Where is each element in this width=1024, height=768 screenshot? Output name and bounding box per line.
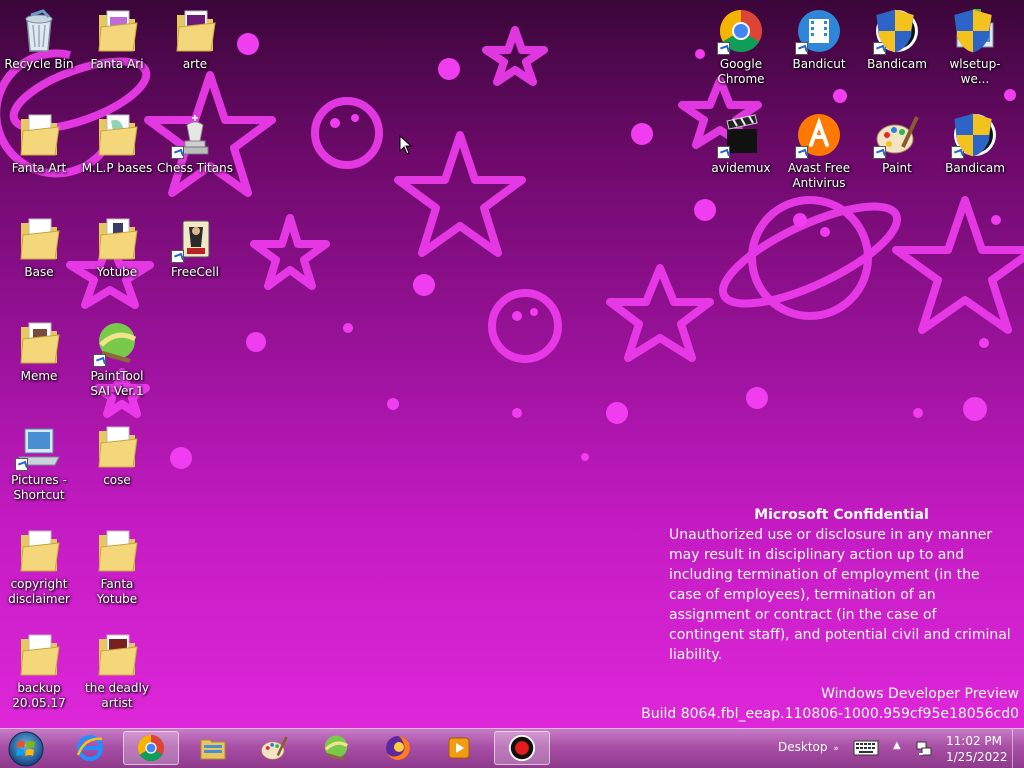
taskbar-media-player[interactable]	[431, 731, 487, 765]
chess-icon	[171, 111, 219, 159]
mouse-cursor-icon	[399, 135, 413, 155]
folder-icon	[15, 319, 63, 367]
desktop-icon-bandicam[interactable]: Bandicam	[859, 7, 935, 72]
uac-shield-icon	[954, 113, 992, 157]
internet-explorer-icon	[76, 735, 103, 761]
pictures-shortcut-icon	[15, 423, 63, 471]
desktop-icon-chess-titans[interactable]: Chess Titans	[157, 111, 233, 176]
bandicam-icon	[873, 7, 921, 55]
shortcut-arrow-icon	[795, 146, 808, 159]
desktop-icon-bandicut[interactable]: Bandicut	[781, 7, 857, 72]
desktop-icon-fanta-ari[interactable]: Fanta Ari	[79, 7, 155, 72]
desktop-icon-meme[interactable]: Meme	[1, 319, 77, 384]
toolbar-chevron-icon: »	[833, 744, 839, 754]
bandicam-icon	[508, 734, 536, 762]
taskbar-google-chrome[interactable]	[123, 731, 179, 765]
painttool-sai-icon	[93, 319, 141, 367]
desktop-icon-arte[interactable]: arte	[157, 7, 233, 72]
folder-icon	[171, 7, 219, 55]
network-icon[interactable]	[915, 740, 933, 758]
desktop-icon-wlsetup[interactable]: wlsetup-we...	[937, 7, 1013, 87]
paint-icon	[873, 111, 921, 159]
confidential-notice: Microsoft Confidential Unauthorized use …	[669, 505, 1014, 665]
desktop-icon-paint[interactable]: Paint	[859, 111, 935, 176]
desktop-icon-fanta-art[interactable]: Fanta Art	[1, 111, 77, 176]
bandicut-icon	[795, 7, 843, 55]
folder-icon	[93, 527, 141, 575]
build-number: Build 8064.fbl_eeap.110806-1000.959cf95e…	[641, 706, 1019, 722]
folder-icon	[93, 111, 141, 159]
shortcut-arrow-icon	[717, 42, 730, 55]
file-explorer-icon	[200, 739, 226, 760]
folder-icon	[93, 7, 141, 55]
uac-shield-icon	[954, 9, 992, 53]
folder-icon	[15, 631, 63, 679]
tray-show-hidden-icon[interactable]: ▲	[893, 740, 901, 751]
desktop-icon-pictures-shortcut[interactable]: Pictures - Shortcut	[1, 423, 77, 503]
taskbar-firefox[interactable]	[370, 731, 426, 765]
shortcut-arrow-icon	[717, 146, 730, 159]
taskbar-painttool-sai[interactable]	[308, 731, 364, 765]
shortcut-arrow-icon	[93, 354, 106, 367]
folder-icon	[93, 215, 141, 263]
build-info: Windows Developer Preview Build 8064.fbl…	[641, 684, 1019, 724]
taskbar-paint[interactable]	[246, 731, 302, 765]
freecell-icon	[171, 215, 219, 263]
desktop-icon-mlp-bases[interactable]: M.L.P bases	[79, 111, 155, 176]
desktop-toolbar-label: Desktop	[778, 740, 828, 754]
desktop-icon-avast[interactable]: Avast Free Antivirus	[781, 111, 857, 191]
confidential-title: Microsoft Confidential	[754, 507, 929, 523]
build-name: Windows Developer Preview	[821, 686, 1019, 702]
chrome-icon	[717, 7, 765, 55]
uac-shield-icon	[876, 9, 914, 53]
chrome-icon	[137, 734, 165, 762]
desktop-icon-painttool-sai[interactable]: PaintTool SAI Ver.1	[79, 319, 155, 399]
shortcut-arrow-icon	[873, 146, 886, 159]
clock-date: 1/25/2022	[946, 750, 1008, 764]
keyboard-icon[interactable]	[853, 740, 879, 756]
avast-icon	[795, 111, 843, 159]
taskbar-internet-explorer[interactable]	[62, 731, 118, 765]
desktop-icon-freecell[interactable]: FreeCell	[157, 215, 233, 280]
show-desktop-button[interactable]	[1012, 729, 1024, 768]
firefox-icon	[386, 736, 410, 760]
shortcut-arrow-icon	[171, 146, 184, 159]
bandicam-icon	[951, 111, 999, 159]
folder-icon	[93, 423, 141, 471]
taskbar-file-explorer[interactable]	[185, 731, 241, 765]
desktop-icon-recycle-bin[interactable]: Recycle Bin	[1, 7, 77, 72]
start-button[interactable]	[6, 730, 46, 767]
folder-icon	[93, 631, 141, 679]
desktop-icon-avidemux[interactable]: avidemux	[703, 111, 779, 176]
shortcut-arrow-icon	[795, 42, 808, 55]
installer-icon	[951, 7, 999, 55]
desktop-icon-base[interactable]: Base	[1, 215, 77, 280]
shortcut-arrow-icon	[15, 458, 28, 471]
desktop-icon-google-chrome[interactable]: Google Chrome	[703, 7, 779, 87]
avidemux-icon	[717, 111, 765, 159]
taskbar: Desktop » ▲ 11:02 PM 1/25/2022	[0, 728, 1024, 768]
desktop[interactable]: Recycle Bin Fanta Ari arte Fanta Art M.L…	[0, 0, 1024, 728]
desktop-icon-backup[interactable]: backup 20.05.17	[1, 631, 77, 711]
desktop-icon-yotube[interactable]: Yotube	[79, 215, 155, 280]
painttool-sai-icon	[324, 735, 349, 761]
desktop-icon-fanta-yotube[interactable]: Fanta Yotube	[79, 527, 155, 607]
desktop-icon-bandicam-2[interactable]: Bandicam	[937, 111, 1013, 176]
desktop-icon-copyright-disclaimer[interactable]: copyright disclaimer	[1, 527, 77, 607]
shortcut-arrow-icon	[171, 250, 184, 263]
desktop-icon-the-deadly-artist[interactable]: the deadly artist	[79, 631, 155, 711]
confidential-body: Unauthorized use or disclosure in any ma…	[669, 527, 1011, 663]
paint-icon	[261, 736, 288, 760]
desktop-icon-cose[interactable]: cose	[79, 423, 155, 488]
system-clock[interactable]: 11:02 PM 1/25/2022	[946, 733, 1008, 765]
folder-icon	[15, 111, 63, 159]
desktop-toolbar[interactable]: Desktop »	[778, 740, 839, 754]
folder-icon	[15, 215, 63, 263]
folder-icon	[15, 527, 63, 575]
media-player-icon	[448, 737, 470, 759]
recycle-bin-icon	[15, 7, 63, 55]
clock-time: 11:02 PM	[946, 734, 1002, 748]
taskbar-bandicam[interactable]	[494, 731, 550, 765]
